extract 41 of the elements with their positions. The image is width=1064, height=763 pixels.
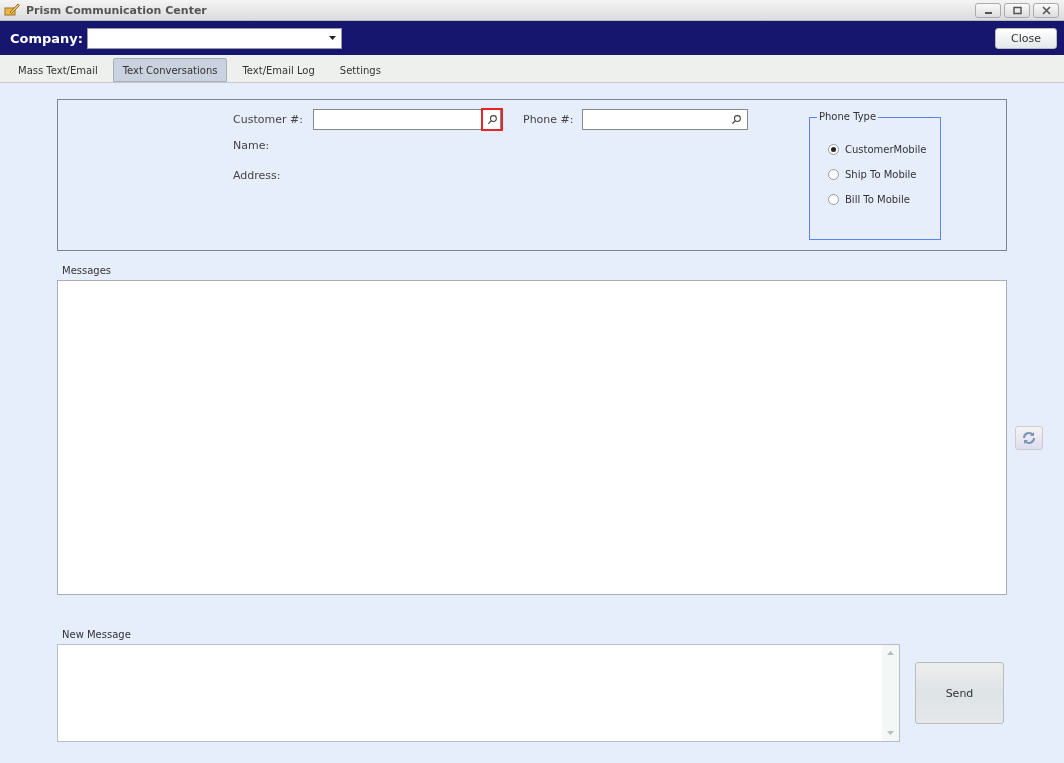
- radio-label: CustomerMobile: [845, 144, 927, 155]
- radio-label: Bill To Mobile: [845, 194, 910, 205]
- address-label: Address:: [233, 168, 282, 182]
- tab[interactable]: Settings: [329, 58, 391, 82]
- search-icon: [731, 114, 742, 125]
- maximize-button[interactable]: [1004, 2, 1030, 18]
- message-input[interactable]: [57, 644, 900, 742]
- radio-label: Ship To Mobile: [845, 169, 917, 180]
- tab[interactable]: Text/Email Log: [232, 58, 325, 82]
- search-button[interactable]: [481, 108, 503, 131]
- minimize-icon: [984, 12, 992, 14]
- window-title: Prism Communication Center: [26, 3, 207, 17]
- phone-field[interactable]: [582, 109, 748, 130]
- refresh-button[interactable]: [1015, 425, 1043, 450]
- send-button[interactable]: Send: [915, 662, 1004, 724]
- company-dropdown[interactable]: [87, 27, 343, 49]
- scrollbar[interactable]: [882, 645, 899, 741]
- close-window-button[interactable]: [1033, 2, 1059, 18]
- refresh-icon: [1021, 429, 1037, 446]
- caret-icon: [329, 36, 337, 40]
- search-icon: [486, 114, 498, 125]
- scroll-down-icon: [887, 731, 894, 735]
- radio-button[interactable]: [828, 144, 839, 155]
- scroll-up-icon: [887, 651, 894, 655]
- minimize-button[interactable]: [975, 2, 1001, 18]
- radio-button[interactable]: [828, 169, 839, 180]
- messages-label: Messages: [62, 265, 113, 276]
- close-icon: [1041, 5, 1051, 15]
- customer-label: Customer #:: [233, 113, 304, 126]
- customer-field[interactable]: [313, 109, 501, 130]
- new-message-label: New Message: [62, 629, 132, 640]
- name-label: Name:: [233, 138, 271, 152]
- maximize-icon: [1012, 5, 1022, 15]
- group-title: Phone Type: [817, 111, 879, 122]
- tab[interactable]: Text Conversations: [112, 58, 228, 82]
- close-button[interactable]: Close: [995, 27, 1057, 49]
- pencil-icon: [4, 3, 20, 17]
- tab[interactable]: Mass Text/Email: [8, 58, 108, 82]
- radio-button[interactable]: [828, 194, 839, 205]
- company-label: Company:: [10, 30, 84, 46]
- phone-label: Phone #:: [523, 113, 575, 126]
